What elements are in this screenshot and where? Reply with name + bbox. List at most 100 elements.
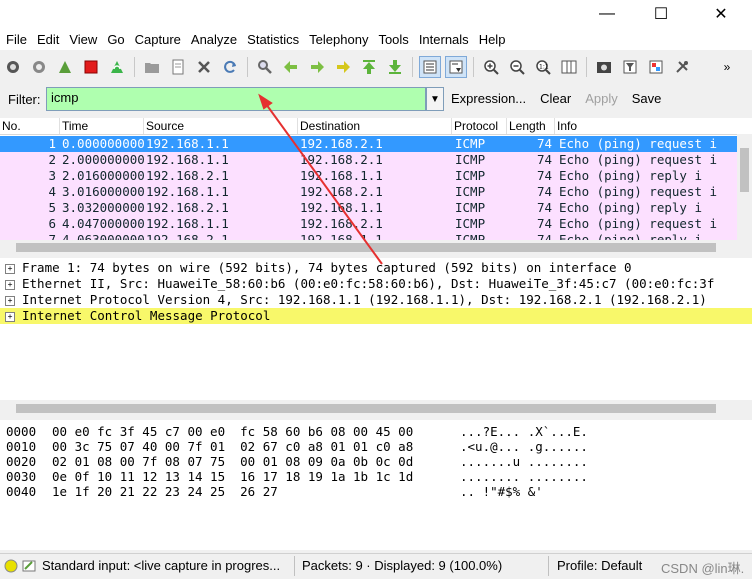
column-info[interactable]: Info: [555, 118, 752, 134]
detail-ipv4[interactable]: + Internet Protocol Version 4, Src: 192.…: [0, 292, 752, 308]
packet-row[interactable]: 3 2.016000000 192.168.2.1 192.168.1.1 ICMP 74…: [0, 168, 740, 184]
packet-cell-time: 3.032000000: [62, 200, 145, 215]
detail-icmp[interactable]: + Internet Control Message Protocol: [0, 308, 752, 324]
column-protocol[interactable]: Protocol: [452, 118, 507, 134]
packet-cell-proto: ICMP: [455, 184, 486, 199]
close-file-icon[interactable]: [193, 56, 215, 78]
display-filters-icon[interactable]: [619, 56, 641, 78]
zoom-in-icon[interactable]: [480, 56, 502, 78]
packet-row[interactable]: 4 3.016000000 192.168.1.1 192.168.2.1 ICMP 74…: [0, 184, 740, 200]
packet-cell-no: 4: [48, 184, 56, 199]
detail-frame[interactable]: + Frame 1: 74 bytes on wire (592 bits), …: [0, 260, 752, 276]
menu-tools[interactable]: Tools: [374, 32, 412, 47]
menu-statistics[interactable]: Statistics: [243, 32, 303, 47]
toolbar-separator: [247, 57, 248, 77]
packet-cell-proto: ICMP: [455, 232, 486, 240]
zoom-out-icon[interactable]: [506, 56, 528, 78]
packet-cell-dst: 192.168.1.1: [300, 200, 383, 215]
normal-size-icon[interactable]: 1:1: [532, 56, 554, 78]
packet-row[interactable]: 1 0.000000000 192.168.1.1 192.168.2.1 ICMP 74…: [0, 136, 740, 152]
packet-cell-dst: 192.168.1.1: [300, 168, 383, 183]
save-button[interactable]: Save: [632, 91, 662, 106]
menu-view[interactable]: View: [65, 32, 101, 47]
start-capture-icon[interactable]: [54, 56, 76, 78]
filter-input[interactable]: icmp: [46, 87, 426, 111]
packet-cell-info: Echo (ping) request i: [559, 136, 718, 151]
packet-cell-proto: ICMP: [455, 200, 486, 215]
save-file-icon[interactable]: [167, 56, 189, 78]
packet-cell-src: 192.168.1.1: [146, 136, 229, 151]
toolbar-separator: [586, 57, 587, 77]
menu-capture[interactable]: Capture: [131, 32, 185, 47]
maximize-button[interactable]: ☐: [638, 0, 684, 28]
interface-list-icon[interactable]: [2, 56, 24, 78]
menu-edit[interactable]: Edit: [33, 32, 63, 47]
apply-button[interactable]: Apply: [585, 91, 618, 106]
filter-dropdown-icon[interactable]: ▼: [426, 87, 444, 111]
packet-cell-time: 3.016000000: [62, 184, 145, 199]
status-profile[interactable]: Profile: Default: [557, 558, 642, 573]
menu-help[interactable]: Help: [475, 32, 510, 47]
packet-list-vscroll-thumb[interactable]: [740, 148, 749, 192]
go-last-icon[interactable]: [384, 56, 406, 78]
filter-bar: Filter: icmp ▼ Expression... Clear Apply…: [0, 84, 752, 114]
detail-ethernet[interactable]: + Ethernet II, Src: HuaweiTe_58:60:b6 (0…: [0, 276, 752, 292]
packet-cell-dst: 192.168.2.1: [300, 152, 383, 167]
column-no[interactable]: No.: [0, 118, 60, 134]
packet-row[interactable]: 2 2.000000000 192.168.1.1 192.168.2.1 ICMP 74…: [0, 152, 740, 168]
capture-options-icon[interactable]: [28, 56, 50, 78]
packet-row[interactable]: 5 3.032000000 192.168.2.1 192.168.1.1 ICMP 74…: [0, 200, 740, 216]
column-time[interactable]: Time: [60, 118, 144, 134]
capture-comment-icon[interactable]: [22, 559, 36, 576]
menu-telephony[interactable]: Telephony: [305, 32, 372, 47]
resize-columns-icon[interactable]: [558, 56, 580, 78]
menu-analyze[interactable]: Analyze: [187, 32, 241, 47]
toolbar-overflow-icon[interactable]: »: [716, 56, 738, 78]
find-packet-icon[interactable]: [254, 56, 276, 78]
packet-row[interactable]: 6 4.047000000 192.168.1.1 192.168.2.1 ICMP 74…: [0, 216, 740, 232]
expand-icon[interactable]: +: [5, 264, 15, 274]
expand-icon[interactable]: +: [5, 296, 15, 306]
coloring-rules-icon[interactable]: [645, 56, 667, 78]
go-forward-icon[interactable]: [306, 56, 328, 78]
expert-info-icon[interactable]: [4, 559, 18, 576]
menu-internals[interactable]: Internals: [415, 32, 473, 47]
go-to-packet-icon[interactable]: [332, 56, 354, 78]
expand-icon[interactable]: +: [5, 280, 15, 290]
close-button[interactable]: ✕: [698, 0, 744, 28]
packet-cell-len: 74: [536, 184, 552, 199]
column-length[interactable]: Length: [507, 118, 555, 134]
colorize-icon[interactable]: [419, 56, 441, 78]
minimize-button[interactable]: —: [584, 0, 630, 28]
preferences-icon[interactable]: [671, 56, 693, 78]
packet-details: + Frame 1: 74 bytes on wire (592 bits), …: [0, 258, 752, 400]
reload-icon[interactable]: [219, 56, 241, 78]
packet-cell-info: Echo (ping) request i: [559, 152, 718, 167]
packet-row[interactable]: 7 4.063000000 192.168.2.1 192.168.1.1 ICMP 74…: [0, 232, 740, 240]
clear-button[interactable]: Clear: [540, 91, 571, 106]
packet-cell-len: 74: [536, 216, 552, 231]
go-back-icon[interactable]: [280, 56, 302, 78]
details-hscroll-thumb[interactable]: [16, 404, 716, 413]
column-source[interactable]: Source: [144, 118, 298, 134]
packet-cell-proto: ICMP: [455, 152, 486, 167]
restart-capture-icon[interactable]: [106, 56, 128, 78]
watermark: CSDN @lin琳.: [661, 561, 745, 576]
expression-button[interactable]: Expression...: [451, 91, 526, 106]
packet-cell-len: 74: [536, 232, 552, 240]
packet-cell-no: 6: [48, 216, 56, 231]
column-destination[interactable]: Destination: [298, 118, 452, 134]
packet-list-hscroll-thumb[interactable]: [16, 243, 716, 252]
autoscroll-icon[interactable]: [445, 56, 467, 78]
menu-go[interactable]: Go: [103, 32, 128, 47]
packet-cell-time: 2.016000000: [62, 168, 145, 183]
stop-capture-icon[interactable]: [80, 56, 102, 78]
capture-filters-icon[interactable]: [593, 56, 615, 78]
expand-icon[interactable]: +: [5, 312, 15, 322]
open-file-icon[interactable]: [141, 56, 163, 78]
go-first-icon[interactable]: [358, 56, 380, 78]
svg-text:1:1: 1:1: [539, 64, 549, 71]
menu-file[interactable]: File: [2, 32, 31, 47]
packet-cell-info: Echo (ping) reply i: [559, 200, 702, 215]
packet-cell-no: 3: [48, 168, 56, 183]
